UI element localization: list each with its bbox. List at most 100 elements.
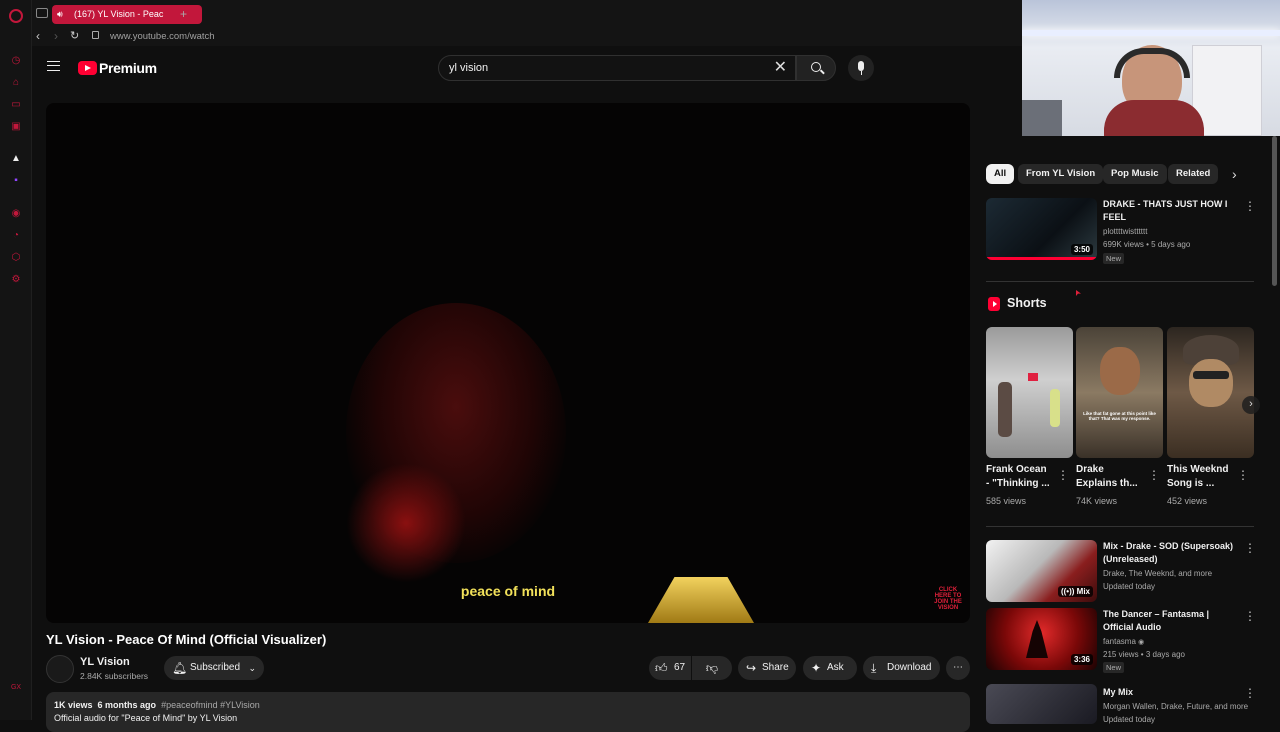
like-button[interactable]: 👍︎ 67 <box>649 656 691 680</box>
history-icon[interactable]: ◷ <box>10 55 22 67</box>
rec-thumbnail[interactable]: 3:50 <box>986 198 1097 260</box>
short-thumbnail-2[interactable]: Like that fat gone at this point like th… <box>1076 327 1163 458</box>
my-mix-title[interactable]: My Mix <box>1103 686 1243 699</box>
clear-icon[interactable]: ✕ <box>774 56 787 80</box>
lock-icon <box>92 31 99 39</box>
more-vert-icon[interactable]: ⋮ <box>1244 199 1256 213</box>
dislike-button[interactable]: 👎︎ <box>692 656 732 680</box>
more-vert-icon[interactable]: ⋮ <box>1244 541 1256 555</box>
short-title-line: This Weeknd <box>1167 464 1229 475</box>
short-thumbnail-3[interactable] <box>1167 327 1254 458</box>
cube-icon[interactable]: ⬡ <box>10 252 22 264</box>
rec-thumbnail[interactable]: 3:36 <box>986 608 1097 670</box>
short-title-line: Explains th... <box>1076 478 1138 489</box>
more-vert-icon[interactable]: ⋮ <box>1244 686 1256 700</box>
sidebar-scrollbar[interactable] <box>1272 136 1277 286</box>
search-input[interactable]: yl vision ✕ <box>438 55 796 81</box>
mix-thumbnail[interactable]: ((•)) Mix <box>986 540 1097 602</box>
channel-watermark[interactable]: CLICK HERE TO JOIN THE VISION <box>934 587 962 615</box>
thumbs-up-icon: 👍︎ <box>655 661 668 675</box>
voice-search-button[interactable] <box>848 55 874 81</box>
chip-from-yl-vision[interactable]: From YL Vision <box>1018 164 1104 184</box>
mix-meta: Updated today <box>1103 582 1156 591</box>
short-thumbnail-1[interactable] <box>986 327 1073 458</box>
video-title: YL Vision - Peace Of Mind (Official Visu… <box>46 632 327 647</box>
bag-icon[interactable]: ⌂ <box>10 77 22 89</box>
tab-bar: 🔊︎ (167) YL Vision - Peac + <box>32 0 1022 28</box>
short-title-3[interactable]: This Weeknd Song is ... <box>1167 463 1229 491</box>
clock-icon[interactable]: ◔ <box>10 230 22 242</box>
like-count: 67 <box>674 662 686 673</box>
rec-channel[interactable]: plottttwistttttt <box>1103 225 1147 238</box>
messenger-icon[interactable]: ▭ <box>10 99 22 111</box>
verified-icon: ◉ <box>1138 639 1145 646</box>
share-button[interactable]: ↪ Share <box>738 656 796 680</box>
address-bar: ‹ › ↻ www.youtube.com/watch <box>32 28 1022 46</box>
channel-name[interactable]: YL Vision <box>80 656 130 668</box>
my-mix-thumbnail[interactable] <box>986 684 1097 724</box>
short-caption: Like that fat gone at this point like th… <box>1083 411 1156 421</box>
box-icon[interactable]: ▣ <box>10 121 22 133</box>
short-title-line: Frank Ocean <box>986 464 1047 475</box>
mix-label: Mix <box>1076 587 1090 596</box>
duration-badge: 3:36 <box>1070 654 1093 665</box>
rec-title[interactable]: The Dancer – Fantasma | Official Audio <box>1103 608 1243 634</box>
short-views: 452 views <box>1167 496 1208 506</box>
chip-pop-music[interactable]: Pop Music <box>1103 164 1167 184</box>
twitch-icon[interactable]: ▪ <box>10 175 22 187</box>
more-icon: ⋯ <box>953 662 963 673</box>
download-button[interactable]: ⤓ Download <box>863 656 940 680</box>
channel-avatar[interactable] <box>46 655 74 683</box>
tab-menu-icon[interactable] <box>36 8 48 18</box>
more-vert-icon[interactable]: ⋮ <box>1148 468 1160 482</box>
rec-title[interactable]: DRAKE - THATS JUST HOW I FEEL <box>1103 198 1233 224</box>
ceiling-light <box>1022 30 1280 36</box>
more-vert-icon[interactable]: ⋮ <box>1237 468 1249 482</box>
youtube-logo-icon[interactable] <box>78 61 97 75</box>
reload-icon[interactable]: ↻ <box>70 29 79 42</box>
search-value: yl vision <box>449 62 489 74</box>
browser-sidebar: ◷ ⌂ ▭ ▣ ▲ ▪ ◉ ◔ ⬡ ⚙ GX <box>0 0 32 720</box>
mix-badge: ((•)) Mix <box>1057 586 1093 597</box>
divider <box>986 526 1254 527</box>
settings-icon[interactable]: ⚙ <box>10 274 22 286</box>
my-mix-channels: Morgan Wallen, Drake, Future, and more <box>1103 702 1249 711</box>
chip-related[interactable]: Related <box>1168 164 1219 184</box>
ask-button[interactable]: ✦ Ask <box>803 656 857 680</box>
chevron-down-icon: ⌄ <box>248 663 256 673</box>
logo-text[interactable]: Premium <box>99 60 157 76</box>
more-actions-button[interactable]: ⋯ <box>946 656 970 680</box>
player-icon[interactable]: ◉ <box>10 208 22 220</box>
ask-label: Ask <box>827 662 844 673</box>
opera-logo-icon[interactable] <box>9 9 23 23</box>
video-player[interactable]: peace of mind CLICK HERE TO JOIN THE VIS… <box>46 103 970 623</box>
shorts-heading: Shorts <box>1007 296 1047 310</box>
new-tab-button[interactable]: + <box>180 7 187 21</box>
mix-title[interactable]: Mix - Drake - SOD (Supersoak) (Unrelease… <box>1103 540 1243 566</box>
search-button[interactable] <box>796 55 836 81</box>
forward-icon[interactable]: › <box>54 29 58 43</box>
more-vert-icon[interactable]: ⋮ <box>1057 468 1069 482</box>
sparkle-icon: ✦ <box>811 661 822 675</box>
short-title-2[interactable]: Drake Explains th... <box>1076 463 1138 491</box>
speaker-icon[interactable]: 🔊︎ <box>57 5 63 24</box>
back-icon[interactable]: ‹ <box>36 29 40 43</box>
menu-icon[interactable] <box>47 61 60 71</box>
shorts-next-icon[interactable]: › <box>1242 396 1260 414</box>
url-text[interactable]: www.youtube.com/watch <box>110 31 215 42</box>
short-title-1[interactable]: Frank Ocean - "Thinking ... <box>986 463 1050 491</box>
triangle-icon[interactable]: ▲ <box>10 153 22 165</box>
bell-icon: 🔔︎ <box>172 661 188 675</box>
description-line: Official audio for "Peace of Mind" by YL… <box>54 713 238 723</box>
gx-label[interactable]: GX <box>10 682 22 694</box>
hashtags[interactable]: #peaceofmind #YLVision <box>161 700 260 710</box>
short-title-line: Song is ... <box>1167 478 1215 489</box>
chip-all[interactable]: All <box>986 164 1015 184</box>
more-vert-icon[interactable]: ⋮ <box>1244 609 1256 623</box>
description-box[interactable]: 1K views 6 months ago #peaceofmind #YLVi… <box>46 692 970 732</box>
rec-channel[interactable]: fantasma ◉ <box>1103 635 1144 649</box>
short-views: 585 views <box>986 496 1027 506</box>
subscribed-button[interactable]: 🔔︎ Subscribed ⌄ <box>164 656 264 680</box>
short-title-line: Drake <box>1076 464 1104 475</box>
chevron-right-icon[interactable]: › <box>1232 166 1237 182</box>
